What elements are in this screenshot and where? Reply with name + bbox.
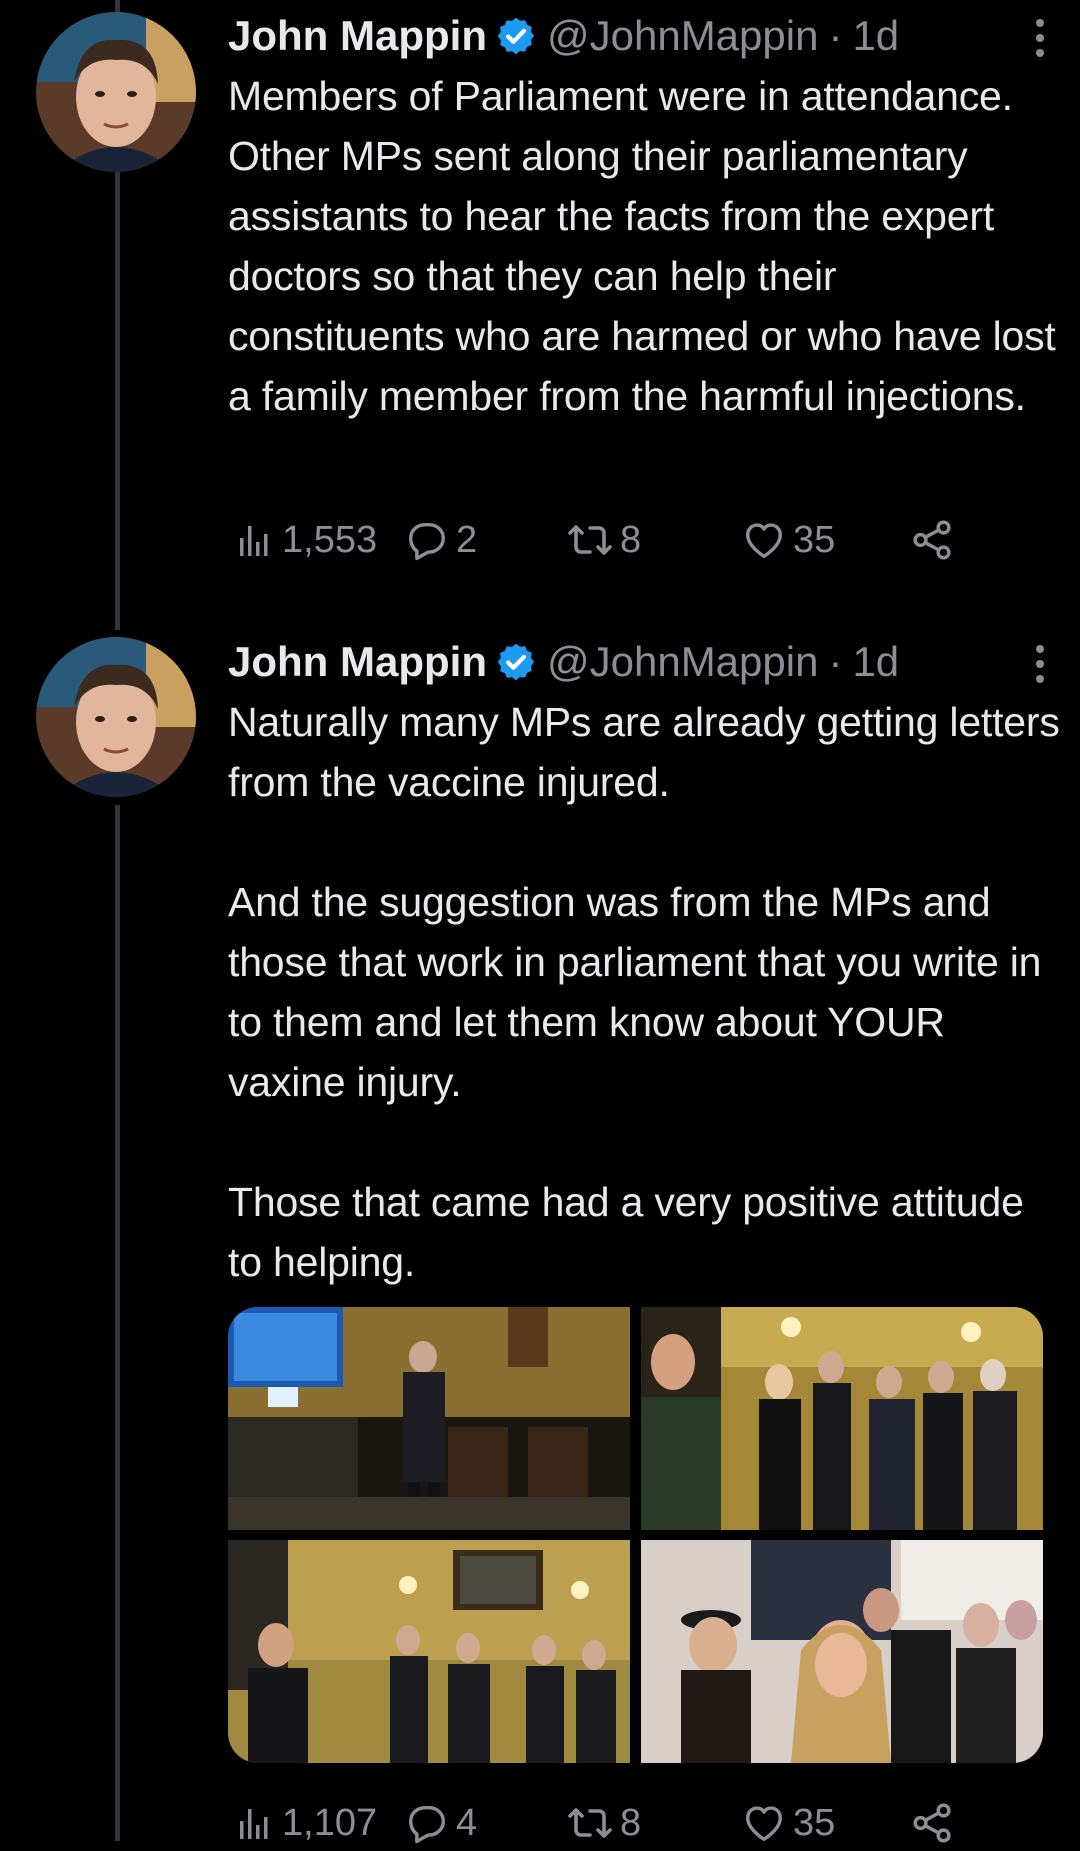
views-icon <box>240 526 268 556</box>
share-button[interactable] <box>910 512 962 568</box>
views-button[interactable]: 1,553 <box>236 512 377 568</box>
author-handle[interactable]: @JohnMappin <box>547 638 818 686</box>
tweet-text: Members of Parliament were in attendance… <box>228 73 1067 419</box>
author-name[interactable]: John Mappin <box>228 638 487 686</box>
reply-count: 4 <box>456 1801 478 1844</box>
like-count: 35 <box>793 1801 836 1844</box>
verified-badge-icon <box>497 643 535 681</box>
avatar[interactable] <box>36 637 196 797</box>
share-icon <box>913 1803 951 1843</box>
share-button[interactable] <box>910 1795 962 1851</box>
tweet-actions: 1,553 2 8 35 <box>236 512 996 568</box>
verified-badge-icon <box>497 17 535 55</box>
timestamp[interactable]: 1d <box>852 12 899 60</box>
timestamp[interactable]: 1d <box>852 638 899 686</box>
header-separator: · <box>828 12 843 59</box>
retweet-icon <box>568 525 612 555</box>
photo-4[interactable] <box>641 1540 1043 1763</box>
like-icon <box>745 523 783 559</box>
photo-1[interactable] <box>228 1307 630 1530</box>
views-count: 1,107 <box>282 1801 378 1844</box>
more-options-icon[interactable] <box>1032 644 1048 684</box>
tweet-header: John Mappin @JohnMappin · 1d <box>228 8 1060 64</box>
like-button[interactable]: 35 <box>741 1795 835 1851</box>
reply-count: 2 <box>456 518 478 561</box>
tweet-header: John Mappin @JohnMappin · 1d <box>228 634 1060 690</box>
retweet-button[interactable]: 8 <box>566 512 641 568</box>
author-handle[interactable]: @JohnMappin <box>547 12 818 60</box>
author-name[interactable]: John Mappin <box>228 12 487 60</box>
tweet-1[interactable]: John Mappin @JohnMappin · 1d Members of … <box>0 0 1080 630</box>
media-grid <box>228 1307 1043 1763</box>
views-icon <box>240 1809 268 1839</box>
share-icon <box>913 520 951 560</box>
retweet-button[interactable]: 8 <box>566 1795 641 1851</box>
retweet-count: 8 <box>620 1801 642 1844</box>
reply-button[interactable]: 4 <box>404 1795 477 1851</box>
retweet-icon <box>568 1808 612 1838</box>
reply-icon <box>408 522 446 561</box>
retweet-count: 8 <box>620 518 642 561</box>
like-icon <box>745 1806 783 1842</box>
more-options-icon[interactable] <box>1032 18 1048 58</box>
like-count: 35 <box>793 518 836 561</box>
views-button[interactable]: 1,107 <box>236 1795 377 1851</box>
views-count: 1,553 <box>282 518 378 561</box>
header-separator: · <box>828 638 843 685</box>
tweet-text: Naturally many MPs are already getting l… <box>228 699 1060 1285</box>
tweet-2[interactable]: John Mappin @JohnMappin · 1d Naturally m… <box>0 630 1080 1844</box>
like-button[interactable]: 35 <box>741 512 835 568</box>
tweet-actions: 1,107 4 8 35 <box>236 1795 996 1851</box>
photo-2[interactable] <box>641 1307 1043 1530</box>
reply-button[interactable]: 2 <box>404 512 477 568</box>
avatar[interactable] <box>36 12 196 172</box>
photo-3[interactable] <box>228 1540 630 1763</box>
reply-icon <box>408 1805 446 1844</box>
